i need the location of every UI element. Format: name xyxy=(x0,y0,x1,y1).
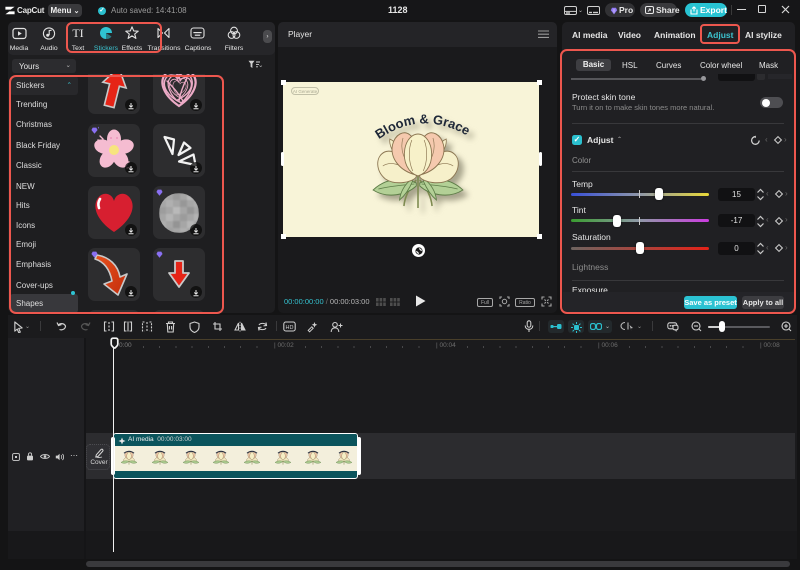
svg-text:HD: HD xyxy=(286,325,294,331)
